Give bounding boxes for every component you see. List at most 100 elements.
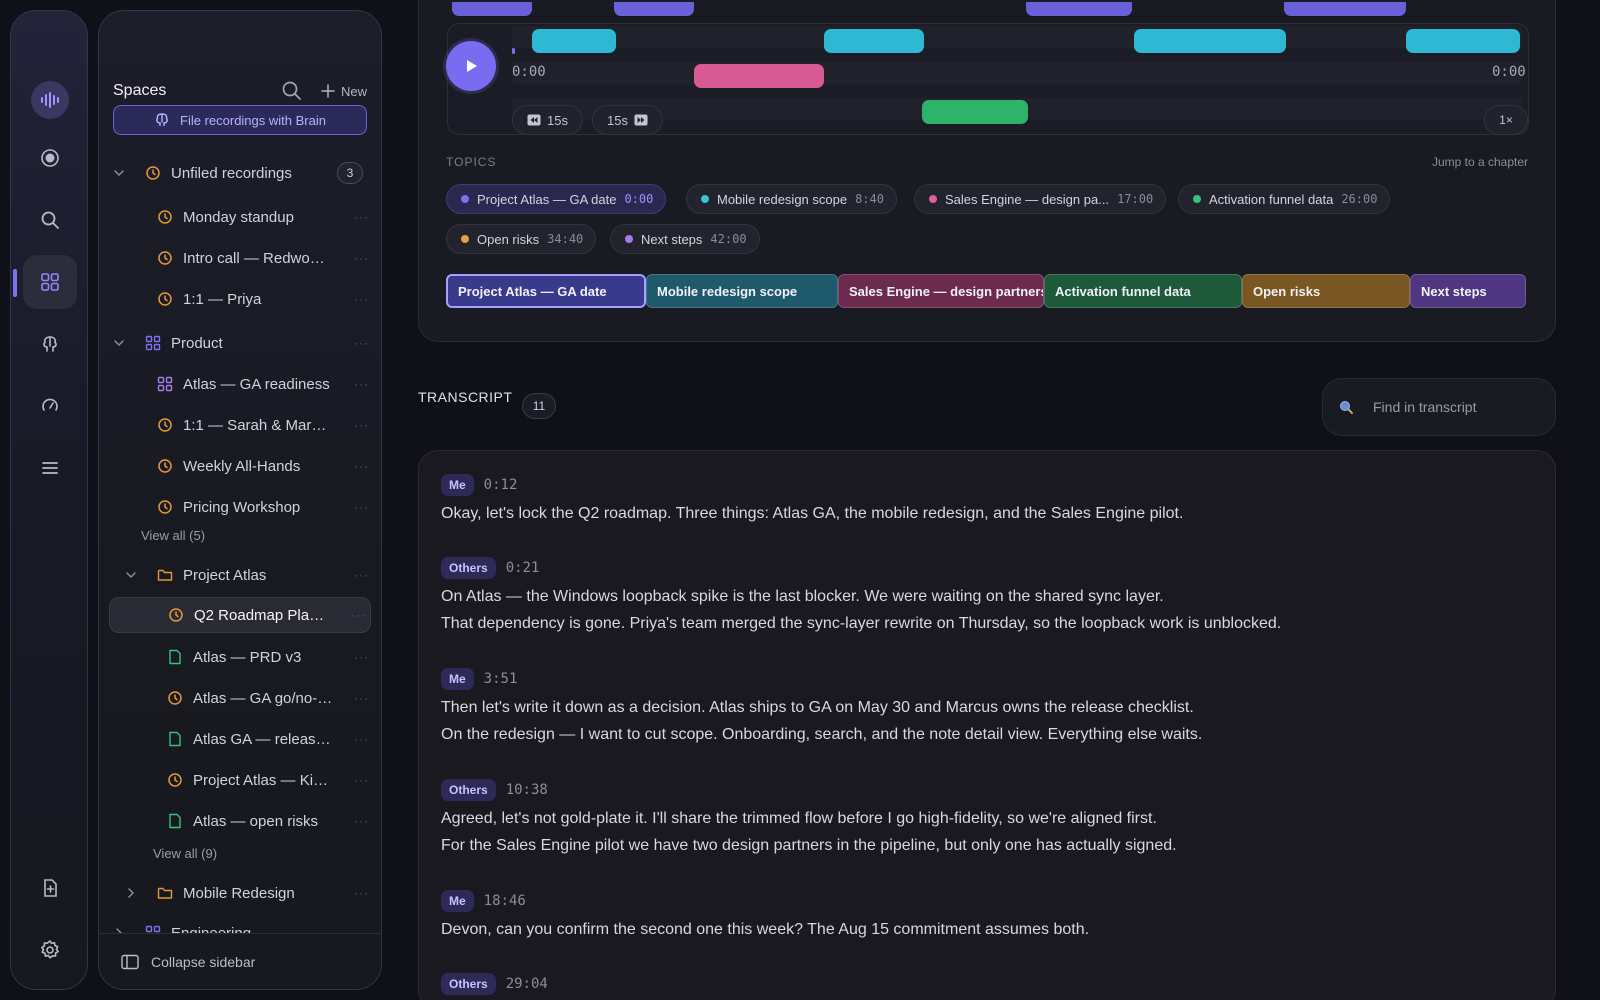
more-icon[interactable]: ··· (354, 336, 369, 350)
transcript-utterance[interactable]: Me 18:46 Devon, can you confirm the secon… (441, 889, 1089, 944)
tree-folder-mobile-redesign[interactable]: Mobile Redesign ··· (99, 875, 381, 911)
rail-menu-button[interactable] (23, 441, 77, 495)
jump-to-chapter-link[interactable]: Jump to a chapter (1432, 155, 1528, 169)
playback-speed-button[interactable]: 1× (1484, 105, 1528, 135)
more-icon[interactable]: ··· (354, 650, 369, 664)
more-icon[interactable]: ··· (354, 773, 369, 787)
chapter-segment[interactable]: Activation funnel data (1044, 274, 1242, 308)
chapter-segment[interactable]: Mobile redesign scope (646, 274, 838, 308)
speaker-segment[interactable] (532, 29, 616, 53)
utterance-time[interactable]: 0:21 (506, 560, 540, 576)
utterance-time[interactable]: 10:38 (506, 782, 548, 798)
topic-chip[interactable]: Sales Engine — design pa... 17:00 (914, 184, 1167, 214)
tree-item-atlas-open-risks[interactable]: Atlas — open risks ··· (99, 803, 381, 839)
tree-folder-label: Mobile Redesign (183, 884, 295, 902)
tree-space-product[interactable]: Product ··· (99, 325, 381, 361)
rail-search-button[interactable] (23, 193, 77, 247)
tree-item-intro-call[interactable]: Intro call — Redwood Labs ··· (99, 240, 381, 276)
utterance-text: Devon, can you confirm the second one th… (441, 921, 1090, 938)
speaker-segment[interactable] (1134, 29, 1286, 53)
chapter-segment[interactable]: Next steps (1410, 274, 1526, 308)
speaker-segment[interactable] (452, 2, 532, 16)
chevron-down-icon[interactable] (113, 167, 125, 179)
transcript-utterance[interactable]: Others 0:21 On Atlas — the Windows loopba… (441, 556, 1281, 637)
speaker-segment[interactable] (922, 100, 1028, 124)
rail-activity-button[interactable] (23, 379, 77, 433)
more-icon[interactable]: ··· (354, 251, 369, 265)
collapse-sidebar-button[interactable]: Collapse sidebar (99, 933, 381, 989)
rail-logo-button[interactable] (23, 73, 77, 127)
topic-chip[interactable]: Activation funnel data 26:00 (1178, 184, 1391, 214)
tree-item-weekly-all-hands[interactable]: Weekly All-Hands ··· (99, 448, 381, 484)
topic-chip[interactable]: Next steps 42:00 (610, 224, 760, 254)
tree-item-pricing-workshop[interactable]: Pricing Workshop ··· (99, 489, 381, 525)
speaker-segment[interactable] (1406, 29, 1520, 53)
chapter-segment[interactable]: Sales Engine — design partners (838, 274, 1044, 308)
new-space-button[interactable]: New (321, 84, 367, 99)
rail-record-button[interactable] (23, 131, 77, 185)
utterance-time[interactable]: 18:46 (484, 893, 526, 909)
topic-chip[interactable]: Open risks 34:40 (446, 224, 597, 254)
speaker-segment[interactable] (1026, 2, 1132, 16)
tree-item-project-atlas-kickoff[interactable]: Project Atlas — Kickoff ··· (99, 762, 381, 798)
file-with-brain-button[interactable]: File recordings with Brain (113, 105, 367, 135)
chevron-down-icon[interactable] (125, 569, 137, 581)
tree-space-label: Product (171, 334, 223, 352)
chevron-right-icon[interactable] (125, 887, 137, 899)
more-icon[interactable]: ··· (354, 568, 369, 582)
tree-folder-project-atlas[interactable]: Project Atlas ··· (99, 557, 381, 593)
timeline-lane (512, 62, 1522, 84)
clock-icon (158, 251, 172, 265)
tree-item-atlas-prd-v3[interactable]: Atlas — PRD v3 ··· (99, 639, 381, 675)
more-icon[interactable]: ··· (354, 459, 369, 473)
tree-folder-unfiled[interactable]: Unfiled recordings 3 (99, 155, 381, 191)
transcript-utterance[interactable]: Me 0:12 Okay, let's lock the Q2 roadmap. … (441, 473, 1183, 528)
playhead[interactable] (512, 48, 515, 54)
speaker-segment[interactable] (694, 64, 824, 88)
more-icon[interactable]: ··· (354, 292, 369, 306)
chapter-segment[interactable]: Open risks (1242, 274, 1410, 308)
transcript-search[interactable] (1322, 378, 1556, 436)
utterance-time[interactable]: 0:12 (484, 477, 518, 493)
skip-forward-button[interactable]: 15s (592, 105, 663, 135)
tree-item-q2-roadmap-planning[interactable]: Q2 Roadmap Planning ··· (109, 597, 371, 633)
topic-chip[interactable]: Project Atlas — GA date 0:00 (446, 184, 667, 214)
transcript-utterance[interactable]: Others 10:38 Agreed, let's not gold-plate… (441, 778, 1177, 859)
play-button[interactable] (446, 41, 496, 91)
rail-settings-button[interactable] (23, 923, 77, 977)
more-icon[interactable]: ··· (354, 210, 369, 224)
more-icon[interactable]: ··· (354, 500, 369, 514)
skip-back-button[interactable]: 15s (512, 105, 583, 135)
topic-chip[interactable]: Mobile redesign scope 8:40 (686, 184, 897, 214)
tree-item-label: Atlas — GA go/no-go (193, 689, 333, 707)
tree-item-monday-standup[interactable]: Monday standup ··· (99, 199, 381, 235)
tree-item-atlas-go-no-go[interactable]: Atlas — GA go/no-go ··· (99, 680, 381, 716)
transcript-utterance[interactable]: Others 29:04 (441, 972, 548, 996)
chevron-down-icon[interactable] (113, 337, 125, 349)
sidebar-search-icon[interactable] (281, 80, 303, 102)
rail-new-doc-button[interactable] (23, 861, 77, 915)
more-icon[interactable]: ··· (354, 814, 369, 828)
utterance-time[interactable]: 29:04 (506, 976, 548, 992)
speaker-segment[interactable] (1284, 2, 1406, 16)
more-icon[interactable]: ··· (354, 886, 369, 900)
rail-spaces-button[interactable] (23, 255, 77, 309)
more-icon[interactable]: ··· (354, 691, 369, 705)
speaker-segment[interactable] (614, 2, 694, 16)
transcript-utterance[interactable]: Me 3:51 Then let's write it down as a dec… (441, 667, 1202, 748)
rail-brain-button[interactable] (23, 317, 77, 371)
more-icon[interactable]: ··· (354, 418, 369, 432)
chapter-segment[interactable]: Project Atlas — GA date (446, 274, 646, 308)
transcript-search-input[interactable] (1373, 399, 1543, 415)
project-atlas-view-all-link[interactable]: View all (9) (153, 846, 217, 861)
utterance-time[interactable]: 3:51 (484, 671, 518, 687)
more-icon[interactable]: ··· (354, 377, 369, 391)
tree-item-atlas-ga-readiness[interactable]: Atlas — GA readiness ··· (99, 366, 381, 402)
tree-item-atlas-release-plan[interactable]: Atlas GA — release plan ··· (99, 721, 381, 757)
tree-item-1on1-priya[interactable]: 1:1 — Priya ··· (99, 281, 381, 317)
more-icon[interactable]: ··· (354, 732, 369, 746)
tree-item-1on1-sarah-marcus[interactable]: 1:1 — Sarah & Marcus ··· (99, 407, 381, 443)
speaker-segment[interactable] (824, 29, 924, 53)
more-icon[interactable]: ··· (351, 608, 366, 622)
product-view-all-link[interactable]: View all (5) (141, 528, 205, 543)
